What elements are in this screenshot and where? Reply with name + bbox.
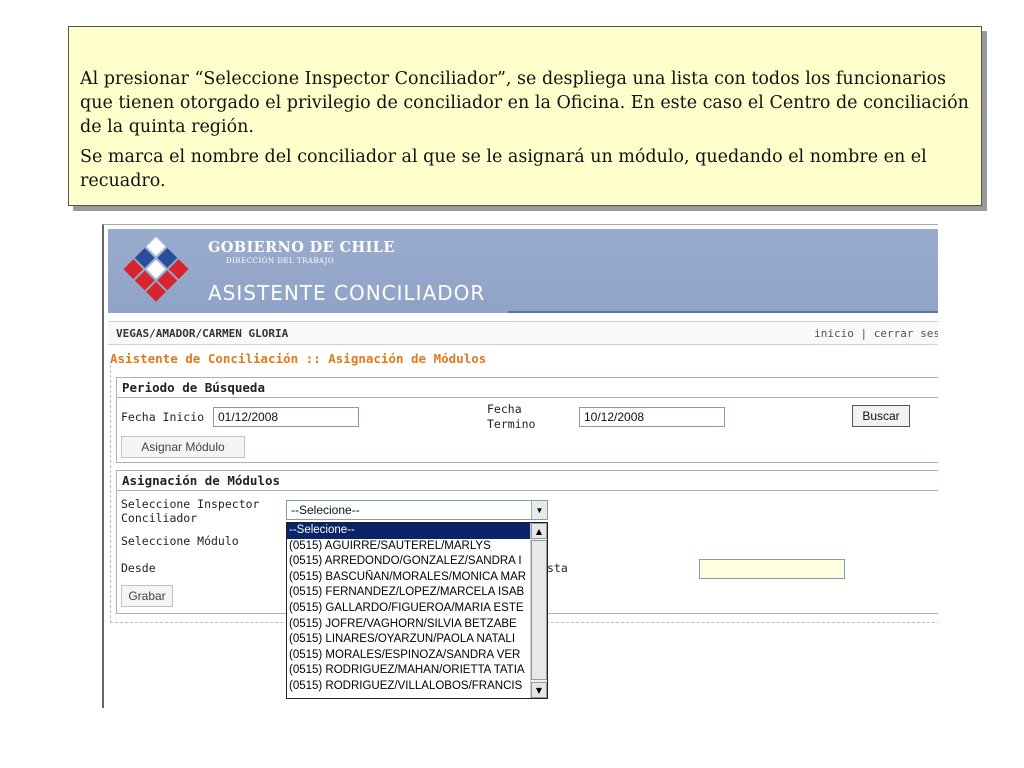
hasta-label: sta [547, 561, 568, 575]
note-paragraph-1: Al presionar “Seleccione Inspector Conci… [80, 69, 969, 137]
fecha-inicio-input[interactable]: 01/12/2008 [213, 407, 359, 427]
dropdown-option[interactable]: (0515) AGUIRRE/SAUTEREL/MARLYS [287, 539, 531, 555]
scroll-up-icon[interactable]: ▲ [531, 523, 547, 539]
note-paragraph-2: Se marca el nombre del conciliador al qu… [80, 147, 927, 191]
hasta-input[interactable] [699, 559, 845, 579]
cerrar-sesion-link[interactable]: cerrar ses [874, 327, 938, 340]
user-bar: VEGAS/AMADOR/CARMEN GLORIA inicio | cerr… [108, 321, 938, 345]
dropdown-option[interactable]: --Selecione-- [287, 523, 531, 539]
fecha-inicio-label: Fecha Inicio [121, 410, 205, 424]
grabar-button[interactable]: Grabar [121, 585, 173, 607]
app-header: GOBIERNO DE CHILE DIRECCIÓN DEL TRABAJO … [108, 229, 938, 313]
modulo-label: Seleccione Módulo [121, 534, 239, 548]
dropdown-scrollbar[interactable]: ▲ ▼ [530, 523, 547, 698]
inspector-dropdown-list[interactable]: --Selecione-- (0515) AGUIRRE/SAUTEREL/MAR… [286, 522, 548, 699]
user-links: inicio | cerrar ses [814, 327, 938, 340]
inspector-label-1: Seleccione Inspector [121, 497, 260, 511]
periodo-title: Periodo de Búsqueda [117, 378, 938, 398]
dropdown-option[interactable]: (0515) LINARES/OYARZUN/PAOLA NATALI [287, 632, 531, 648]
user-name: VEGAS/AMADOR/CARMEN GLORIA [116, 327, 289, 340]
dropdown-option[interactable]: (0515) GALLARDO/FIGUEROA/MARIA ESTE [287, 601, 531, 617]
inspector-select[interactable]: --Selecione-- ▼ [286, 500, 548, 520]
dropdown-option[interactable]: (0515) RODRIGUEZ/VILLALOBOS/FRANCIS [287, 679, 531, 695]
chevron-down-icon[interactable]: ▼ [531, 501, 547, 519]
dropdown-option[interactable]: (0515) JOFRE/VAGHORN/SILVIA BETZABE [287, 617, 531, 633]
dropdown-option[interactable]: (0515) BASCUÑAN/MORALES/MONICA MAR [287, 570, 531, 586]
inspector-label-2: Conciliador [121, 511, 198, 525]
instruction-note: Al presionar “Seleccione Inspector Conci… [68, 26, 982, 206]
periodo-panel: Periodo de Búsqueda Fecha Inicio 01/12/2… [116, 377, 938, 463]
dropdown-option[interactable]: (0515) ARREDONDO/GONZALEZ/SANDRA I [287, 554, 531, 570]
app-window: GOBIERNO DE CHILE DIRECCIÓN DEL TRABAJO … [102, 224, 938, 708]
scroll-down-icon[interactable]: ▼ [531, 682, 547, 698]
dropdown-option[interactable]: (0515) RODRIGUEZ/MAHAN/ORIETTA TATIA [287, 663, 531, 679]
inspector-select-value: --Selecione-- [291, 503, 360, 517]
dropdown-options: --Selecione-- (0515) AGUIRRE/SAUTEREL/MAR… [287, 523, 547, 695]
fecha-termino-input[interactable]: 10/12/2008 [579, 407, 725, 427]
dropdown-option[interactable]: (0515) MORALES/ESPINOZA/SANDRA VER [287, 648, 531, 664]
fecha-termino-label-2: Termino [487, 417, 536, 431]
inicio-link[interactable]: inicio [814, 327, 854, 340]
desde-label: Desde [121, 561, 156, 575]
asignar-modulo-button[interactable]: Asignar Módulo [121, 436, 245, 458]
brand-line2: DIRECCIÓN DEL TRABAJO [226, 257, 335, 265]
scroll-thumb[interactable] [531, 540, 547, 680]
gobierno-logo-icon [123, 237, 189, 302]
page-title: Asistente de Conciliación :: Asignación … [110, 351, 487, 366]
asignacion-title: Asignación de Módulos [117, 471, 938, 491]
header-divider [508, 311, 938, 313]
buscar-button[interactable]: Buscar [852, 405, 910, 427]
app-name: ASISTENTE CONCILIADOR [208, 281, 486, 305]
brand-line1: GOBIERNO DE CHILE [208, 239, 395, 256]
fecha-termino-label-1: Fecha [487, 402, 522, 416]
link-separator: | [860, 327, 868, 340]
content-divider-left [110, 365, 111, 623]
dropdown-option[interactable]: (0515) FERNANDEZ/LOPEZ/MARCELA ISAB [287, 585, 531, 601]
